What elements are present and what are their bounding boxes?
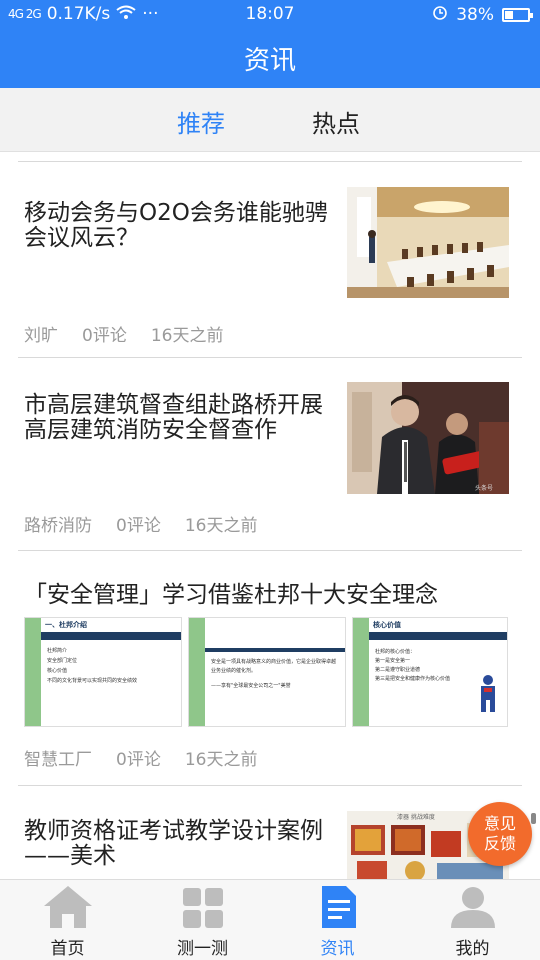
divider [18,785,522,786]
slide-line: 第一是安全第一 [375,658,411,664]
article-comments: 0评论 [116,750,161,770]
slide-line: 第二是遵守职业道德 [375,667,421,673]
tab-bar: 推荐 热点 [0,88,540,152]
slide-line: 杜邦简介 [47,648,68,654]
battery-percent: 38% [456,4,494,25]
svg-text:漆器 挑战难度: 漆器 挑战难度 [397,813,435,821]
article-feed[interactable]: 移动会务与O2O会务谁能驰骋会议风云？ 刘旷 0评论 16天之前 市高层建筑督查… [0,153,540,879]
article-slide-image[interactable]: 一、杜邦介绍 杜邦简介 安全部门定位 核心价值 不同的文化背景可以实现共同的安全… [24,617,182,727]
article-thumbnail[interactable] [347,187,509,298]
article-author: 刘旷 [24,326,58,346]
article-meta: 路桥消防 0评论 16天之前 [24,511,281,536]
slide-band [205,648,345,652]
user-icon [451,887,495,928]
slide-sidebar [25,618,41,726]
tab-hot[interactable]: 热点 [312,104,360,139]
slide-line: 安全部门定位 [47,658,78,664]
slide-sidebar [353,618,369,726]
battery-level [505,10,513,19]
page-title: 资讯 [243,46,296,76]
article-time: 16天之前 [150,326,224,346]
slide-body: 安全是一项具有战略意义的商业价值，它是企业取得卓越业务业绩的催化剂。 ——享有"… [211,658,339,691]
nav-label: 测一测 [177,939,228,959]
article-title[interactable]: 「安全管理」学习借鉴杜邦十大安全理念 [24,583,524,608]
article-comments: 0评论 [82,326,127,346]
article-comments: 0评论 [116,516,161,536]
article-thumbnail[interactable]: 头条号 [347,382,509,494]
article-time: 16天之前 [184,516,258,536]
slide-line: ——享有"全球最安全公司之一"美誉 [211,683,291,689]
article-meta: 刘旷 0评论 16天之前 [24,321,247,346]
article-slide-image[interactable]: 安全是一项具有战略意义的商业价值，它是企业取得卓越业务业绩的催化剂。 ——享有"… [188,617,346,727]
slide-line: 第三是把安全和健康作为核心价值 [375,676,451,682]
nav-news[interactable]: 资讯 [270,880,405,960]
article-title[interactable]: 移动会务与O2O会务谁能驰骋会议风云？ [24,201,336,251]
bottom-nav: 首页 测一测 资讯 我的 [0,879,540,960]
alarm-icon [432,4,448,25]
status-bar: 4G 2G 0.17K/s ··· 18:07 38% [0,0,540,28]
slide-body: 杜邦的核心价值： 第一是安全第一 第二是遵守职业道德 第三是把安全和健康作为核心… [375,648,475,684]
feedback-label-line2: 反馈 [483,834,516,853]
article-meta: 智慧工厂 0评论 16天之前 [24,745,281,770]
nav-label: 我的 [455,939,490,959]
divider [18,550,522,551]
slide-band [41,632,181,640]
svg-text:头条号: 头条号 [475,484,493,492]
top-bar: 4G 2G 0.17K/s ··· 18:07 38% 资讯 [0,0,540,88]
battery-icon [502,7,533,22]
nav-profile[interactable]: 我的 [405,880,540,960]
article-title-text: 市高层建筑督查组赴路桥开展高层建筑消防安全督查作 [24,392,323,443]
slide-line: 安全是一项具有战略意义的商业价值，它是企业取得卓越业务业绩的催化剂。 [211,659,337,674]
slide-sidebar [189,618,205,726]
slide-line: 杜邦的核心价值： [375,649,416,655]
slide-band [369,632,507,640]
feedback-label-line1: 意见 [483,814,516,833]
nav-home[interactable]: 首页 [0,880,135,960]
divider [18,357,522,358]
slide-line: 核心价值 [47,668,68,674]
status-right: 38% [432,4,533,25]
article-title[interactable]: 市高层建筑督查组赴路桥开展高层建筑消防安全督查作 [24,393,336,443]
article-slide-image[interactable]: 核心价值 杜邦的核心价值： 第一是安全第一 第二是遵守职业道德 第三是把安全和健… [352,617,508,727]
nav-test[interactable]: 测一测 [135,880,270,960]
home-icon [44,886,92,928]
slide-heading: 一、杜邦介绍 [45,621,87,629]
nav-label: 首页 [50,939,85,959]
article-author: 路桥消防 [24,516,92,536]
nav-label: 资讯 [320,939,355,959]
slide-line: 不同的文化背景可以实现共同的安全绩效 [47,678,138,684]
slide-heading: 核心价值 [373,621,401,629]
feedback-button[interactable]: 意见 反馈 [468,802,532,866]
article-title[interactable]: 教师资格证考试教学设计案例——美术 [24,819,336,869]
scrollbar[interactable] [531,813,536,824]
news-icon [322,886,356,928]
divider [18,161,522,162]
article-time: 16天之前 [184,750,258,770]
grid-icon [183,888,223,928]
worker-figure-icon [481,675,495,712]
article-author: 智慧工厂 [24,750,92,770]
slide-body: 杜邦简介 安全部门定位 核心价值 不同的文化背景可以实现共同的安全绩效 [47,646,177,686]
tab-recommend[interactable]: 推荐 [177,104,225,139]
